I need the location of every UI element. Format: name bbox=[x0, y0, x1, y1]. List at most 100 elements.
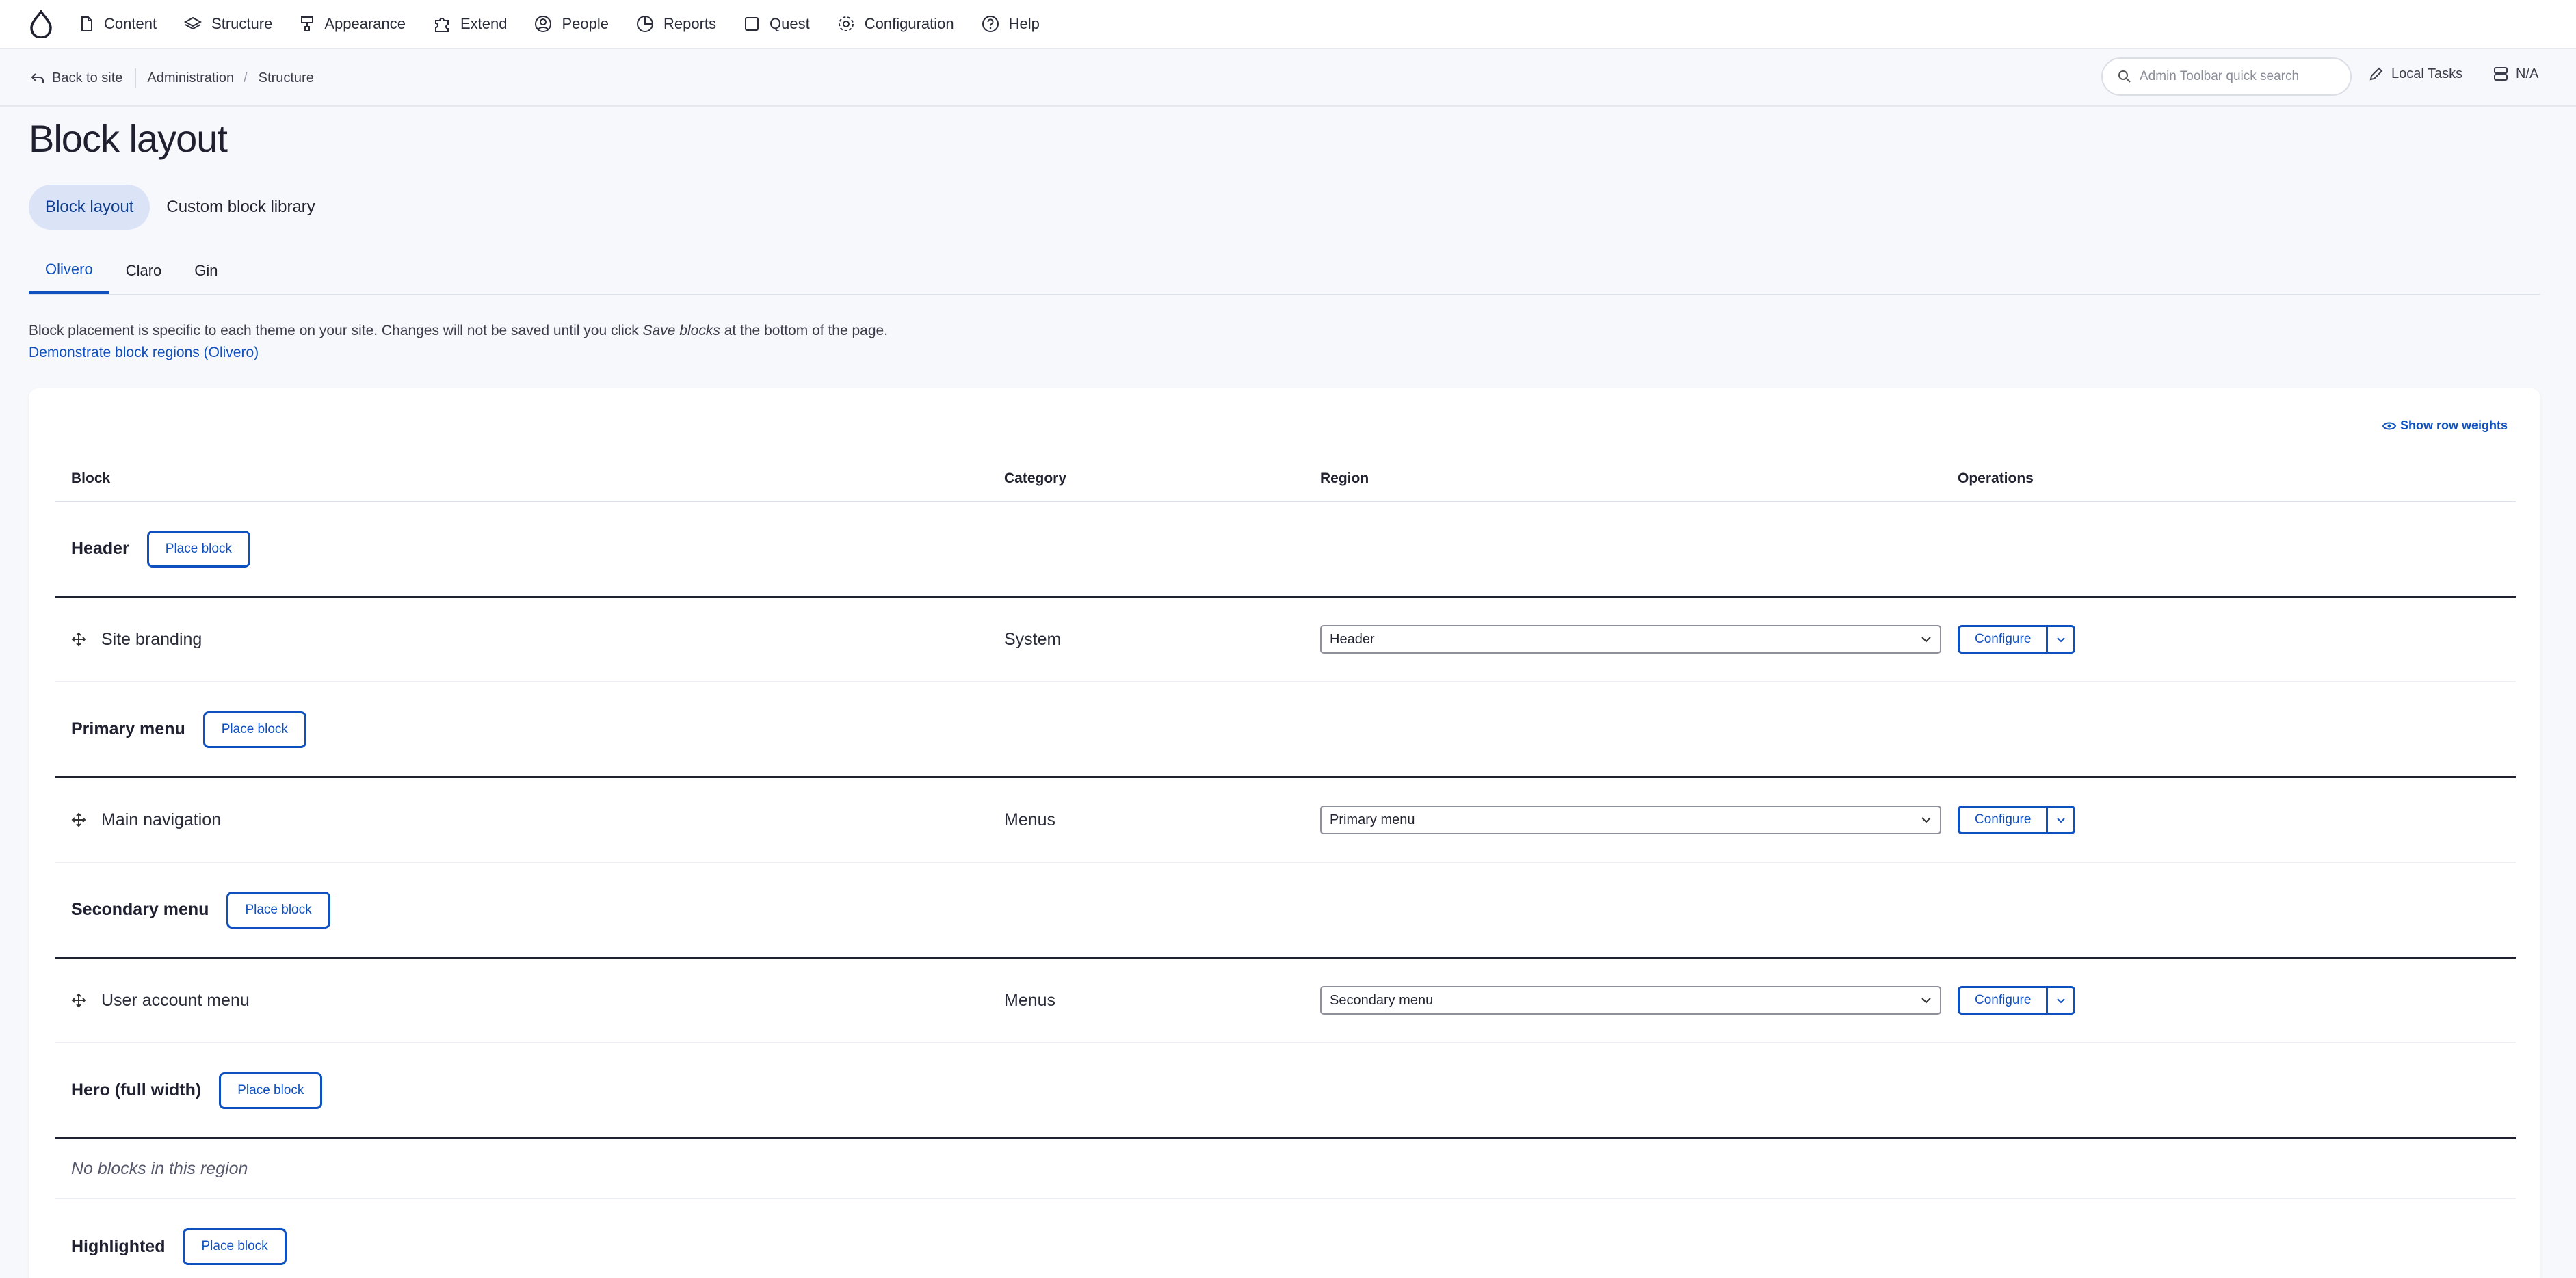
tab-gin[interactable]: Gin bbox=[178, 248, 234, 294]
header-region: Region bbox=[1320, 470, 1369, 486]
square-icon bbox=[745, 17, 759, 31]
configure-button[interactable]: Configure bbox=[1958, 806, 2049, 834]
drag-handle-icon[interactable] bbox=[71, 812, 86, 827]
back-arrow-icon bbox=[31, 73, 44, 83]
block-layout-card: Show row weights Block Category Region O… bbox=[29, 388, 2540, 1278]
chevron-down-icon bbox=[2057, 998, 2065, 1003]
help-icon bbox=[982, 16, 999, 32]
toolbar-item-label: Reports bbox=[663, 15, 717, 32]
drag-handle-icon[interactable] bbox=[71, 632, 86, 647]
region-row-hero: Hero (full width) Place block bbox=[55, 1043, 2516, 1139]
region-select[interactable]: Primary menu bbox=[1320, 806, 1941, 834]
breadcrumb-bar: Back to site Administration / Structure … bbox=[0, 51, 2576, 107]
toolbar-item-quest[interactable]: Quest bbox=[730, 0, 824, 49]
tab-claro[interactable]: Claro bbox=[109, 248, 179, 294]
toolbar-item-people[interactable]: People bbox=[521, 0, 622, 49]
chevron-down-icon bbox=[2057, 817, 2065, 823]
operations-dropdown-toggle[interactable] bbox=[2048, 625, 2076, 654]
place-block-button[interactable]: Place block bbox=[219, 1071, 323, 1109]
configure-button[interactable]: Configure bbox=[1958, 986, 2049, 1015]
toolbar-item-label: Appearance bbox=[324, 15, 406, 32]
local-tasks-label: Local Tasks bbox=[2391, 66, 2463, 81]
page-description: Block placement is specific to each them… bbox=[29, 320, 888, 364]
toolbar-item-label: Extend bbox=[460, 15, 508, 32]
region-select-value: Secondary menu bbox=[1330, 992, 1434, 1008]
table-header: Block Category Region Operations bbox=[55, 457, 2516, 502]
environment-label: N/A bbox=[2516, 66, 2539, 81]
toolbar-item-configuration[interactable]: Configuration bbox=[824, 0, 968, 49]
region-select-value: Primary menu bbox=[1330, 812, 1415, 827]
region-select[interactable]: Secondary menu bbox=[1320, 986, 1941, 1015]
region-row-header: Header Place block bbox=[55, 502, 2516, 598]
configure-button[interactable]: Configure bbox=[1958, 625, 2049, 654]
show-row-weights-label: Show row weights bbox=[2400, 418, 2508, 432]
toolbar-item-label: Configuration bbox=[864, 15, 954, 32]
theme-tabs: Olivero Claro Gin bbox=[29, 248, 2540, 295]
description-text: Block placement is specific to each them… bbox=[29, 323, 889, 338]
toolbar-item-appearance[interactable]: Appearance bbox=[286, 0, 419, 49]
toolbar-item-structure[interactable]: Structure bbox=[170, 0, 286, 49]
table-row: Main navigation Menus Primary menu Confi… bbox=[55, 778, 2516, 863]
primary-tabs: Block layout Custom block library bbox=[29, 185, 332, 230]
environment-indicator[interactable]: N/A bbox=[2493, 66, 2538, 82]
region-select[interactable]: Header bbox=[1320, 625, 1941, 654]
toolbar-item-reports[interactable]: Reports bbox=[622, 0, 730, 49]
drupal-logo-icon[interactable] bbox=[21, 3, 62, 44]
region-name: Primary menu bbox=[71, 719, 185, 738]
region-name: Secondary menu bbox=[71, 900, 209, 919]
eye-icon bbox=[2382, 422, 2396, 429]
block-category: Menus bbox=[1004, 990, 1056, 1010]
gear-icon bbox=[838, 16, 854, 31]
layers-icon bbox=[184, 16, 202, 30]
place-block-button[interactable]: Place block bbox=[226, 891, 330, 929]
local-tasks-button[interactable]: Local Tasks bbox=[2368, 66, 2462, 82]
region-row-highlighted: Highlighted Place block bbox=[55, 1199, 2516, 1278]
toolbar-item-help[interactable]: Help bbox=[968, 0, 1053, 49]
place-block-button[interactable]: Place block bbox=[146, 530, 250, 568]
header-operations: Operations bbox=[1958, 470, 2034, 486]
server-icon bbox=[2494, 67, 2508, 81]
block-name: Site branding bbox=[101, 629, 202, 649]
toolbar-item-label: Help bbox=[1008, 15, 1040, 32]
search-input[interactable] bbox=[2140, 69, 2331, 84]
header-category: Category bbox=[1004, 470, 1067, 486]
toolbar-item-label: Quest bbox=[770, 15, 810, 32]
region-name: Hero (full width) bbox=[71, 1080, 202, 1100]
region-row-secondary-menu: Secondary menu Place block bbox=[55, 863, 2516, 959]
place-block-button[interactable]: Place block bbox=[202, 710, 306, 748]
tab-olivero[interactable]: Olivero bbox=[29, 248, 109, 294]
back-to-site-link[interactable]: Back to site bbox=[30, 68, 137, 88]
header-block: Block bbox=[71, 470, 111, 486]
page-title: Block layout bbox=[29, 117, 228, 160]
place-block-button[interactable]: Place block bbox=[183, 1228, 287, 1265]
region-name: Highlighted bbox=[71, 1236, 166, 1256]
tab-custom-block-library[interactable]: Custom block library bbox=[150, 185, 331, 230]
block-name: Main navigation bbox=[101, 810, 222, 829]
file-icon bbox=[81, 16, 92, 31]
tab-block-layout[interactable]: Block layout bbox=[29, 185, 150, 230]
puzzle-icon bbox=[434, 18, 449, 32]
breadcrumb-administration[interactable]: Administration bbox=[147, 70, 234, 86]
drag-handle-icon[interactable] bbox=[71, 993, 86, 1008]
toolbar-item-content[interactable]: Content bbox=[66, 0, 170, 49]
toolbar-item-label: People bbox=[562, 15, 609, 32]
toolbar-item-extend[interactable]: Extend bbox=[419, 0, 521, 49]
table-row: Site branding System Header Configure bbox=[55, 598, 2516, 682]
admin-quick-search[interactable] bbox=[2101, 57, 2352, 96]
region-row-primary-menu: Primary menu Place block bbox=[55, 682, 2516, 778]
operations-dropdown-toggle[interactable] bbox=[2048, 986, 2076, 1015]
operations-dropdown-toggle[interactable] bbox=[2048, 806, 2076, 834]
breadcrumb-separator: / bbox=[244, 70, 248, 85]
breadcrumb-structure[interactable]: Structure bbox=[259, 70, 314, 86]
region-name: Header bbox=[71, 539, 129, 558]
demonstrate-regions-link[interactable]: Demonstrate block regions (Olivero) bbox=[29, 345, 259, 360]
blocks-table: Block Category Region Operations Header … bbox=[55, 457, 2516, 1278]
show-row-weights-link[interactable]: Show row weights bbox=[2382, 418, 2508, 433]
chevron-down-icon bbox=[1921, 817, 1931, 823]
block-name: User account menu bbox=[101, 990, 250, 1010]
user-circle-icon bbox=[535, 16, 552, 32]
chevron-down-icon bbox=[1921, 637, 1931, 643]
back-to-site-label: Back to site bbox=[52, 70, 123, 85]
chevron-down-icon bbox=[2057, 637, 2065, 642]
toolbar-item-label: Structure bbox=[211, 15, 273, 32]
